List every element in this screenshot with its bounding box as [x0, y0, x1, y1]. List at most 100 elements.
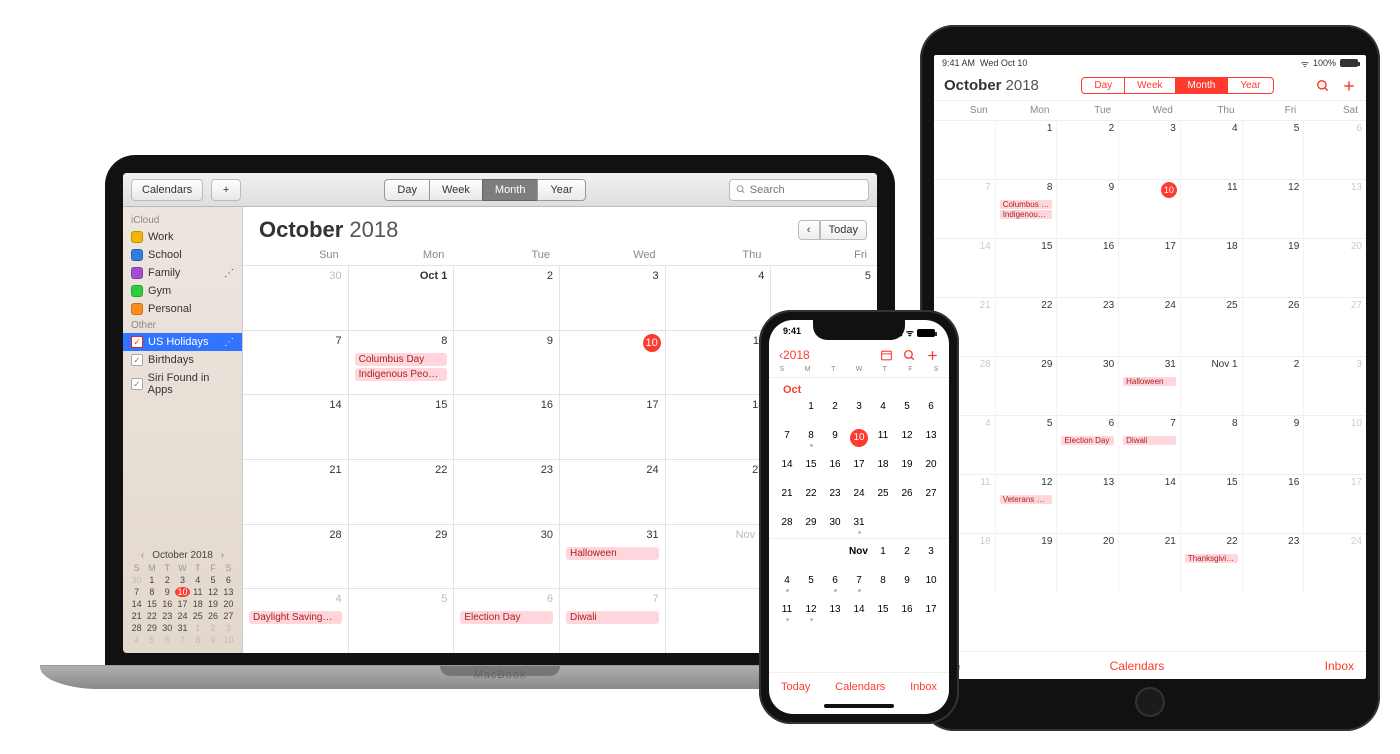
iphone-day-cell[interactable]: 16 — [823, 458, 847, 478]
iphone-day-cell[interactable]: 6 — [823, 574, 847, 594]
ipad-day-cell[interactable]: 29 — [996, 356, 1058, 415]
ipad-day-cell[interactable]: 12 — [1243, 179, 1305, 238]
sidebar-other-siri-found-in-apps[interactable]: ✓Siri Found in Apps — [123, 369, 242, 399]
ipad-day-cell[interactable]: 22 — [996, 297, 1058, 356]
sidebar-calendar-family[interactable]: Family⋰ — [123, 264, 242, 282]
mini-calendar[interactable]: ‹ October 2018 › SMTWTFS3012345678910111… — [123, 544, 242, 647]
ipad-day-cell[interactable]: 19 — [1243, 238, 1305, 297]
ipad-day-cell[interactable]: 3 — [1119, 120, 1181, 179]
ipad-view-week[interactable]: Week — [1125, 77, 1175, 94]
ipad-day-cell[interactable]: 26 — [1243, 297, 1305, 356]
iphone-day-cell[interactable]: 20 — [919, 458, 943, 478]
mac-day-cell[interactable]: 14 — [243, 394, 349, 459]
ipad-day-cell[interactable]: 2 — [1243, 356, 1305, 415]
sidebar-calendar-school[interactable]: School — [123, 246, 242, 264]
ipad-day-cell[interactable]: 8Columbus DayIndigenous Peop… — [996, 179, 1058, 238]
iphone-day-cell[interactable]: 5 — [799, 574, 823, 594]
event-pill[interactable]: Columbus Day — [1000, 200, 1053, 209]
iphone-month-grid-oct[interactable]: 1234567891011121314151617181920212223242… — [769, 396, 949, 536]
event-pill[interactable]: Daylight Saving… — [249, 611, 342, 624]
sidebar-calendar-work[interactable]: Work — [123, 228, 242, 246]
iphone-day-cell[interactable]: 23 — [823, 487, 847, 507]
iphone-day-cell[interactable] — [775, 400, 799, 420]
ipad-day-cell[interactable]: 11 — [1181, 179, 1243, 238]
ipad-day-cell[interactable]: 14 — [1119, 474, 1181, 533]
mac-day-cell[interactable]: 25 — [666, 459, 772, 524]
ipad-day-cell[interactable]: 30 — [1057, 356, 1119, 415]
iphone-day-cell[interactable]: 27 — [919, 487, 943, 507]
mac-view-year[interactable]: Year — [537, 179, 585, 201]
event-pill[interactable]: Halloween — [566, 547, 659, 560]
iphone-day-cell[interactable]: 13 — [823, 603, 847, 623]
iphone-day-cell[interactable]: 11 — [871, 429, 895, 449]
ipad-month-grid[interactable]: 12345678Columbus DayIndigenous Peop…9101… — [934, 120, 1366, 651]
ipad-day-cell[interactable]: 31Halloween — [1119, 356, 1181, 415]
ipad-day-cell[interactable]: 21 — [1119, 533, 1181, 592]
iphone-day-cell[interactable]: 22 — [799, 487, 823, 507]
ipad-day-cell[interactable]: 23 — [1057, 297, 1119, 356]
ipad-day-cell[interactable]: Nov 1 — [1181, 356, 1243, 415]
mac-day-cell[interactable]: 15 — [349, 394, 455, 459]
ipad-inbox-button[interactable]: Inbox — [1325, 659, 1354, 673]
iphone-day-cell[interactable]: 10 — [919, 574, 943, 594]
mac-day-cell[interactable]: 30 — [454, 524, 560, 589]
mac-view-segmented[interactable]: DayWeekMonthYear — [384, 179, 585, 201]
iphone-day-cell[interactable]: 29 — [799, 516, 823, 536]
ipad-view-day[interactable]: Day — [1081, 77, 1125, 94]
ipad-day-cell[interactable]: 20 — [1304, 238, 1366, 297]
mac-day-cell[interactable]: 29 — [349, 524, 455, 589]
iphone-day-cell[interactable] — [871, 516, 895, 536]
ipad-day-cell[interactable]: 6 — [1304, 120, 1366, 179]
ipad-day-cell[interactable]: 22Thanksgiving — [1181, 533, 1243, 592]
mac-day-cell[interactable]: Nov 1 — [666, 524, 772, 589]
iphone-calendars-button[interactable]: Calendars — [835, 681, 885, 693]
iphone-day-cell[interactable]: 12 — [895, 429, 919, 449]
iphone-day-cell[interactable]: 15 — [799, 458, 823, 478]
ipad-day-cell[interactable]: 16 — [1057, 238, 1119, 297]
checkbox[interactable]: ✓ — [131, 378, 143, 390]
ipad-day-cell[interactable]: 13 — [1304, 179, 1366, 238]
event-pill[interactable]: Veterans Day (o… — [1000, 495, 1053, 504]
iphone-day-cell[interactable]: 1 — [871, 545, 895, 565]
iphone-day-cell[interactable] — [799, 545, 823, 565]
ipad-day-cell[interactable]: 2 — [1057, 120, 1119, 179]
mac-today-button[interactable]: Today — [820, 220, 867, 240]
iphone-day-cell[interactable]: 4 — [775, 574, 799, 594]
event-pill[interactable]: Halloween — [1123, 377, 1176, 386]
ipad-day-cell[interactable]: 10 — [1304, 415, 1366, 474]
iphone-day-cell[interactable]: 3 — [919, 545, 943, 565]
ipad-day-cell[interactable]: 8 — [1181, 415, 1243, 474]
event-pill[interactable]: Indigenous Peop… — [1000, 210, 1053, 219]
home-indicator[interactable] — [824, 704, 894, 708]
list-icon[interactable] — [880, 349, 893, 362]
iphone-day-cell[interactable]: 17 — [919, 603, 943, 623]
iphone-day-cell[interactable] — [919, 516, 943, 536]
mac-day-cell[interactable]: 17 — [560, 394, 666, 459]
iphone-day-cell[interactable]: 18 — [871, 458, 895, 478]
iphone-day-cell[interactable]: 14 — [847, 603, 871, 623]
iphone-day-cell[interactable]: 24 — [847, 487, 871, 507]
iphone-day-cell[interactable]: 8 — [799, 429, 823, 449]
ipad-day-cell[interactable]: 15 — [996, 238, 1058, 297]
mac-day-cell[interactable]: 6Election Day — [454, 588, 560, 653]
mac-day-cell[interactable]: 3 — [560, 265, 666, 330]
sidebar-calendar-personal[interactable]: Personal — [123, 300, 242, 318]
sidebar-other-us-holidays[interactable]: ✓US Holidays⋰ — [123, 333, 242, 351]
ipad-day-cell[interactable]: 16 — [1243, 474, 1305, 533]
mac-day-cell[interactable]: 4 — [666, 265, 772, 330]
iphone-day-cell[interactable]: 11 — [775, 603, 799, 623]
event-pill[interactable]: Diwali — [566, 611, 659, 624]
mini-next-month[interactable]: › — [221, 550, 224, 561]
ipad-calendars-button[interactable]: Calendars — [1110, 659, 1165, 673]
iphone-month-grid-nov[interactable]: Nov1234567891011121314151617 — [769, 541, 949, 623]
iphone-day-cell[interactable]: 30 — [823, 516, 847, 536]
ipad-day-cell[interactable]: 24 — [1119, 297, 1181, 356]
ipad-day-cell[interactable]: 3 — [1304, 356, 1366, 415]
mac-day-cell[interactable]: 16 — [454, 394, 560, 459]
iphone-day-cell[interactable]: 16 — [895, 603, 919, 623]
iphone-day-cell[interactable]: 2 — [895, 545, 919, 565]
iphone-day-cell[interactable]: 12 — [799, 603, 823, 623]
mac-day-cell[interactable]: 18 — [666, 394, 772, 459]
search-icon[interactable] — [903, 349, 916, 362]
add-icon[interactable] — [926, 349, 939, 362]
